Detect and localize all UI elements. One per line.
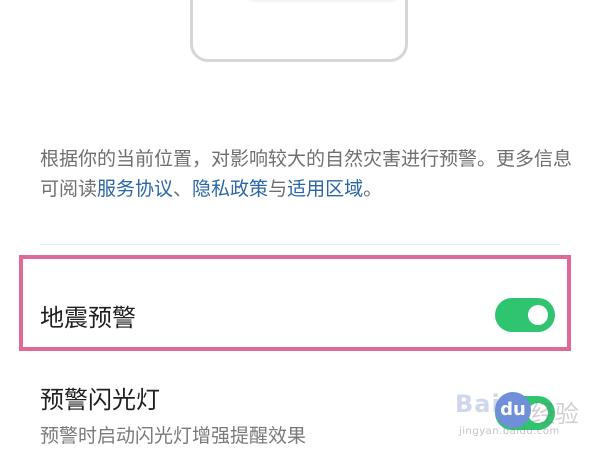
warning-flashlight-subtitle: 预警时启动闪光灯增强提醒效果	[40, 425, 307, 447]
warning-flashlight-toggle[interactable]	[495, 396, 555, 430]
description-conjunction: 与	[268, 178, 288, 200]
service-agreement-link[interactable]: 服务协议	[97, 178, 173, 200]
toggle-knob	[528, 305, 548, 325]
applicable-region-link[interactable]: 适用区域	[287, 178, 363, 200]
description-separator: 、	[173, 178, 193, 200]
phone-illustration-shadow	[248, 0, 398, 2]
toggle-knob	[528, 403, 548, 423]
warning-flashlight-title: 预警闪光灯	[40, 386, 160, 414]
watermark-logo-text: Bai	[455, 390, 501, 418]
phone-illustration	[190, 0, 408, 62]
privacy-policy-link[interactable]: 隐私政策	[192, 178, 268, 200]
earthquake-warning-toggle[interactable]	[495, 298, 555, 332]
warning-description: 根据你的当前位置，对影响较大的自然灾害进行预警。更多信息可阅读服务协议、隐私政策…	[40, 144, 580, 204]
section-divider	[40, 244, 560, 245]
earthquake-warning-title: 地震预警	[40, 304, 136, 332]
description-period: 。	[363, 178, 383, 200]
